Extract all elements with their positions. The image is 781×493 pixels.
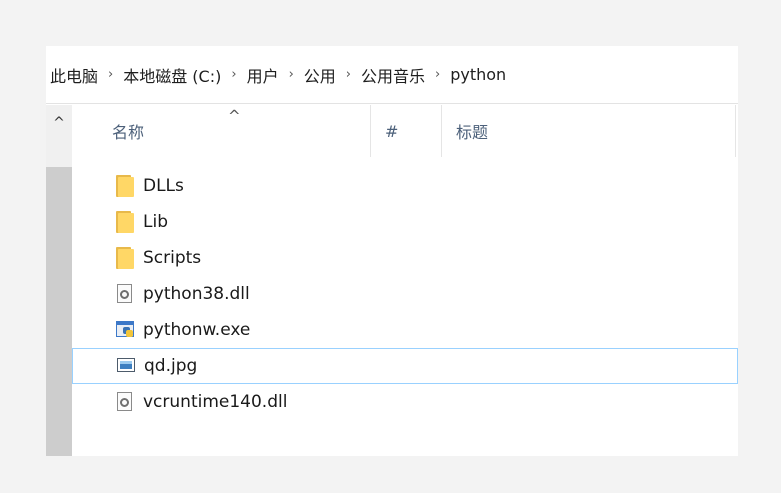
breadcrumb-item-local-disk[interactable]: 本地磁盘 (C:)	[123, 63, 221, 87]
file-name: python38.dll	[143, 284, 250, 304]
column-header-row: 名称 ^ # 标题	[72, 105, 738, 157]
breadcrumb-item-public[interactable]: 公用	[304, 63, 336, 87]
list-item[interactable]: DLLs	[72, 168, 738, 204]
breadcrumb-item-python[interactable]: python	[450, 65, 506, 84]
chevron-right-icon[interactable]: ›	[346, 67, 351, 82]
list-item[interactable]: vcruntime140.dll	[72, 384, 738, 420]
column-divider[interactable]	[441, 105, 442, 157]
column-header-name[interactable]: 名称	[112, 105, 144, 157]
file-name: qd.jpg	[144, 356, 198, 376]
chevron-right-icon[interactable]: ›	[108, 67, 113, 82]
python-exe-icon	[116, 320, 134, 340]
scrollbar-thumb[interactable]	[46, 167, 72, 456]
vertical-scrollbar[interactable]: ^	[46, 105, 72, 456]
breadcrumb[interactable]: 此电脑 › 本地磁盘 (C:) › 用户 › 公用 › 公用音乐 › pytho…	[46, 46, 738, 104]
breadcrumb-item-public-music[interactable]: 公用音乐	[361, 63, 425, 87]
folder-icon	[116, 175, 134, 197]
column-divider[interactable]	[735, 105, 736, 157]
file-name: pythonw.exe	[143, 320, 251, 340]
dll-file-icon	[116, 392, 134, 412]
file-list: DLLs Lib Scripts python38.dll pythonw.ex…	[72, 168, 738, 420]
list-item[interactable]: Scripts	[72, 240, 738, 276]
file-explorer-window: 此电脑 › 本地磁盘 (C:) › 用户 › 公用 › 公用音乐 › pytho…	[46, 46, 738, 456]
breadcrumb-item-this-pc[interactable]: 此电脑	[50, 63, 98, 87]
scroll-up-icon[interactable]: ^	[46, 105, 72, 155]
list-item[interactable]: pythonw.exe	[72, 312, 738, 348]
chevron-right-icon[interactable]: ›	[289, 67, 294, 82]
column-divider[interactable]	[370, 105, 371, 157]
image-file-icon	[117, 356, 135, 376]
column-header-number[interactable]: #	[385, 105, 398, 157]
list-item[interactable]: Lib	[72, 204, 738, 240]
file-name: DLLs	[143, 176, 184, 196]
chevron-right-icon[interactable]: ›	[231, 67, 236, 82]
folder-icon	[116, 247, 134, 269]
sort-ascending-icon: ^	[228, 107, 241, 125]
list-item[interactable]: python38.dll	[72, 276, 738, 312]
column-header-title[interactable]: 标题	[456, 105, 488, 157]
breadcrumb-item-users[interactable]: 用户	[247, 63, 279, 87]
folder-icon	[116, 211, 134, 233]
file-name: Lib	[143, 212, 168, 232]
dll-file-icon	[116, 284, 134, 304]
list-item-selected[interactable]: qd.jpg	[72, 348, 738, 384]
file-name: vcruntime140.dll	[143, 392, 288, 412]
file-name: Scripts	[143, 248, 202, 268]
chevron-right-icon[interactable]: ›	[435, 67, 440, 82]
